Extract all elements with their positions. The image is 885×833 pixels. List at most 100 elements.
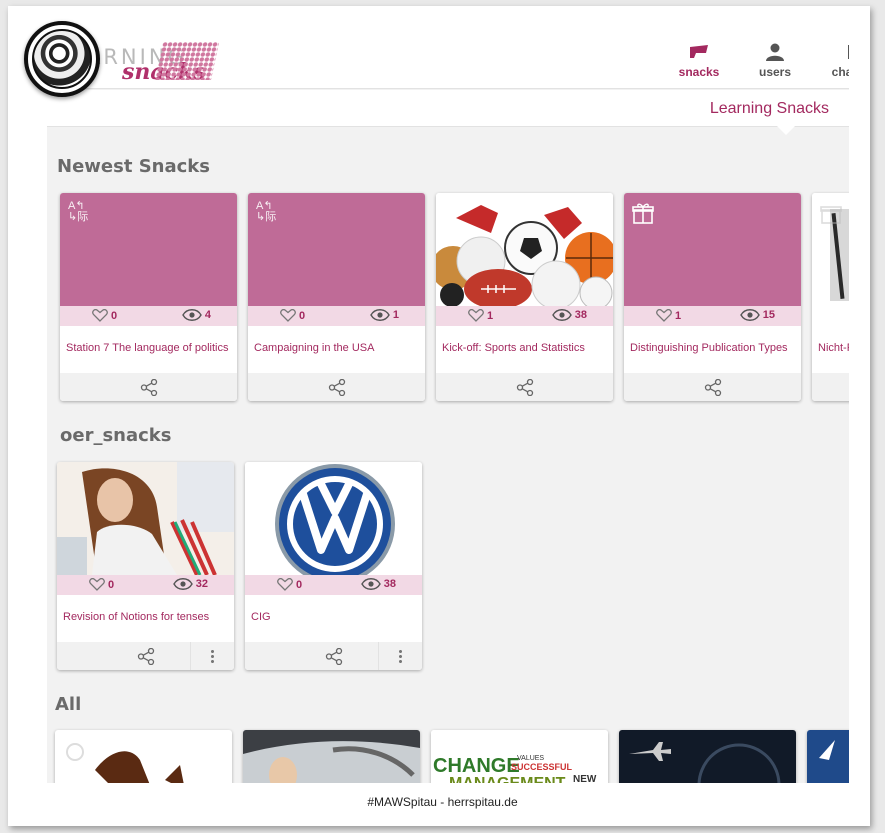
nav-snacks-label: snacks: [678, 65, 720, 79]
card-header: A↰ ↳际: [248, 193, 425, 306]
student-photo: [57, 462, 234, 575]
views: 15: [739, 309, 775, 321]
logo-dots-graphic: [154, 42, 220, 80]
card-title[interactable]: Distinguishing Publication Types: [630, 341, 793, 355]
likes-count: 1: [675, 309, 682, 322]
views-count: 4: [204, 309, 211, 321]
card-header: [245, 462, 422, 575]
snack-card[interactable]: A↰ ↳际 0 4 Station 7 The language of polit…: [60, 193, 237, 401]
snack-card[interactable]: Nicht-F: [812, 193, 849, 401]
views-count: 38: [383, 578, 396, 590]
views-count: 32: [195, 578, 208, 590]
nav-chat-label: cha: [831, 65, 849, 79]
svg-text:MANAGEMENT: MANAGEMENT: [449, 775, 566, 783]
likes-count: 0: [108, 578, 115, 591]
snack-card[interactable]: 0 38 CIG: [245, 462, 422, 670]
card-footer: [812, 373, 849, 401]
likes-count: 1: [487, 309, 494, 322]
school-seal-logo: [24, 21, 100, 97]
vw-logo: [275, 464, 395, 575]
subbar-notch: [777, 126, 795, 135]
car-interior-image: [243, 730, 420, 783]
views-count: 1: [392, 309, 399, 321]
card-stats: 1 38: [436, 306, 613, 326]
translate-icon: A↰ ↳际: [256, 200, 277, 223]
snack-card[interactable]: CHANGE MANAGEMENT SUCCESSFUL VALUES NEW: [431, 730, 608, 783]
airplane-dark-image: [619, 730, 796, 783]
gift-icon: [632, 203, 654, 224]
nav-snacks[interactable]: snacks: [675, 43, 723, 79]
views-count: 15: [762, 309, 775, 321]
likes[interactable]: 0: [89, 578, 114, 591]
heart-icon: [89, 578, 105, 591]
views: 38: [551, 309, 587, 321]
card-title[interactable]: Nicht-F: [818, 341, 849, 355]
more-options-button[interactable]: [378, 642, 422, 670]
likes[interactable]: 0: [277, 578, 302, 591]
change-management-image: CHANGE MANAGEMENT SUCCESSFUL VALUES NEW: [431, 730, 608, 783]
snack-card[interactable]: [619, 730, 796, 783]
gift-icon: [820, 206, 842, 224]
card-footer: [245, 642, 422, 670]
svg-text:SUCCESSFUL: SUCCESSFUL: [511, 762, 573, 772]
card-stats: 0 38: [245, 575, 422, 595]
snack-card[interactable]: A↰ ↳际 0 1 Campaigning in the USA: [248, 193, 425, 401]
navigation-image: [807, 730, 849, 783]
views: 4: [182, 309, 211, 321]
nav-users[interactable]: users: [755, 43, 795, 79]
views: 1: [370, 309, 399, 321]
card-title[interactable]: Campaigning in the USA: [254, 341, 417, 355]
snack-card[interactable]: [807, 730, 849, 783]
card-footer: [624, 373, 801, 401]
eye-icon: [182, 309, 202, 321]
likes[interactable]: 1: [468, 309, 493, 322]
user-icon: [766, 43, 784, 61]
nav-chat[interactable]: cha: [827, 43, 849, 79]
share-icon[interactable]: [516, 379, 534, 396]
share-icon[interactable]: [328, 379, 346, 396]
card-header: [624, 193, 801, 306]
likes[interactable]: 0: [280, 309, 305, 322]
eye-icon: [172, 578, 193, 590]
top-navigation-bar: LEARNING snacks snacks users: [47, 37, 849, 89]
snack-card[interactable]: [243, 730, 420, 783]
card-title[interactable]: Station 7 The language of politics: [66, 341, 229, 355]
card-stats: 0 1: [248, 306, 425, 326]
nav-users-label: users: [758, 65, 792, 79]
eye-icon: [360, 578, 381, 590]
eye-icon: [370, 309, 390, 321]
card-stats: 1 15: [624, 306, 801, 326]
translate-icon: A↰ ↳际: [68, 200, 89, 223]
share-icon[interactable]: [137, 648, 155, 665]
svg-text:NEW: NEW: [573, 774, 597, 783]
views: 38: [360, 578, 396, 590]
screenshot-frame: LEARNING snacks snacks users: [8, 6, 870, 826]
share-icon[interactable]: [704, 379, 722, 396]
card-footer: [57, 642, 234, 670]
card-title[interactable]: Revision of Notions for tenses: [63, 610, 226, 624]
eye-icon: [739, 309, 760, 321]
share-icon[interactable]: [325, 648, 343, 665]
card-stats: 0 32: [57, 575, 234, 595]
likes[interactable]: 0: [92, 309, 117, 322]
heart-icon: [656, 309, 672, 322]
snack-card[interactable]: 1 38 Kick-off: Sports and Statistics: [436, 193, 613, 401]
eagle-image: [66, 743, 184, 783]
footer-caption: #MAWSpitau - herrspitau.de: [367, 795, 518, 809]
card-header: [57, 462, 234, 575]
sub-header-bar: Learning Snacks: [47, 90, 849, 127]
section-title-newest: Newest Snacks: [57, 156, 210, 177]
card-title[interactable]: CIG: [251, 610, 414, 624]
share-icon[interactable]: [140, 379, 158, 396]
snack-card[interactable]: [55, 730, 232, 783]
more-vertical-icon: [399, 649, 402, 663]
heart-icon: [277, 578, 293, 591]
more-options-button[interactable]: [190, 642, 234, 670]
snack-card[interactable]: 0 32 Revision of Notions for tenses: [57, 462, 234, 670]
card-title[interactable]: Kick-off: Sports and Statistics: [442, 341, 605, 355]
likes-count: 0: [296, 578, 303, 591]
snack-card[interactable]: 1 15 Distinguishing Publication Types: [624, 193, 801, 401]
eye-icon: [551, 309, 572, 321]
more-vertical-icon: [211, 649, 214, 663]
likes[interactable]: 1: [656, 309, 681, 322]
